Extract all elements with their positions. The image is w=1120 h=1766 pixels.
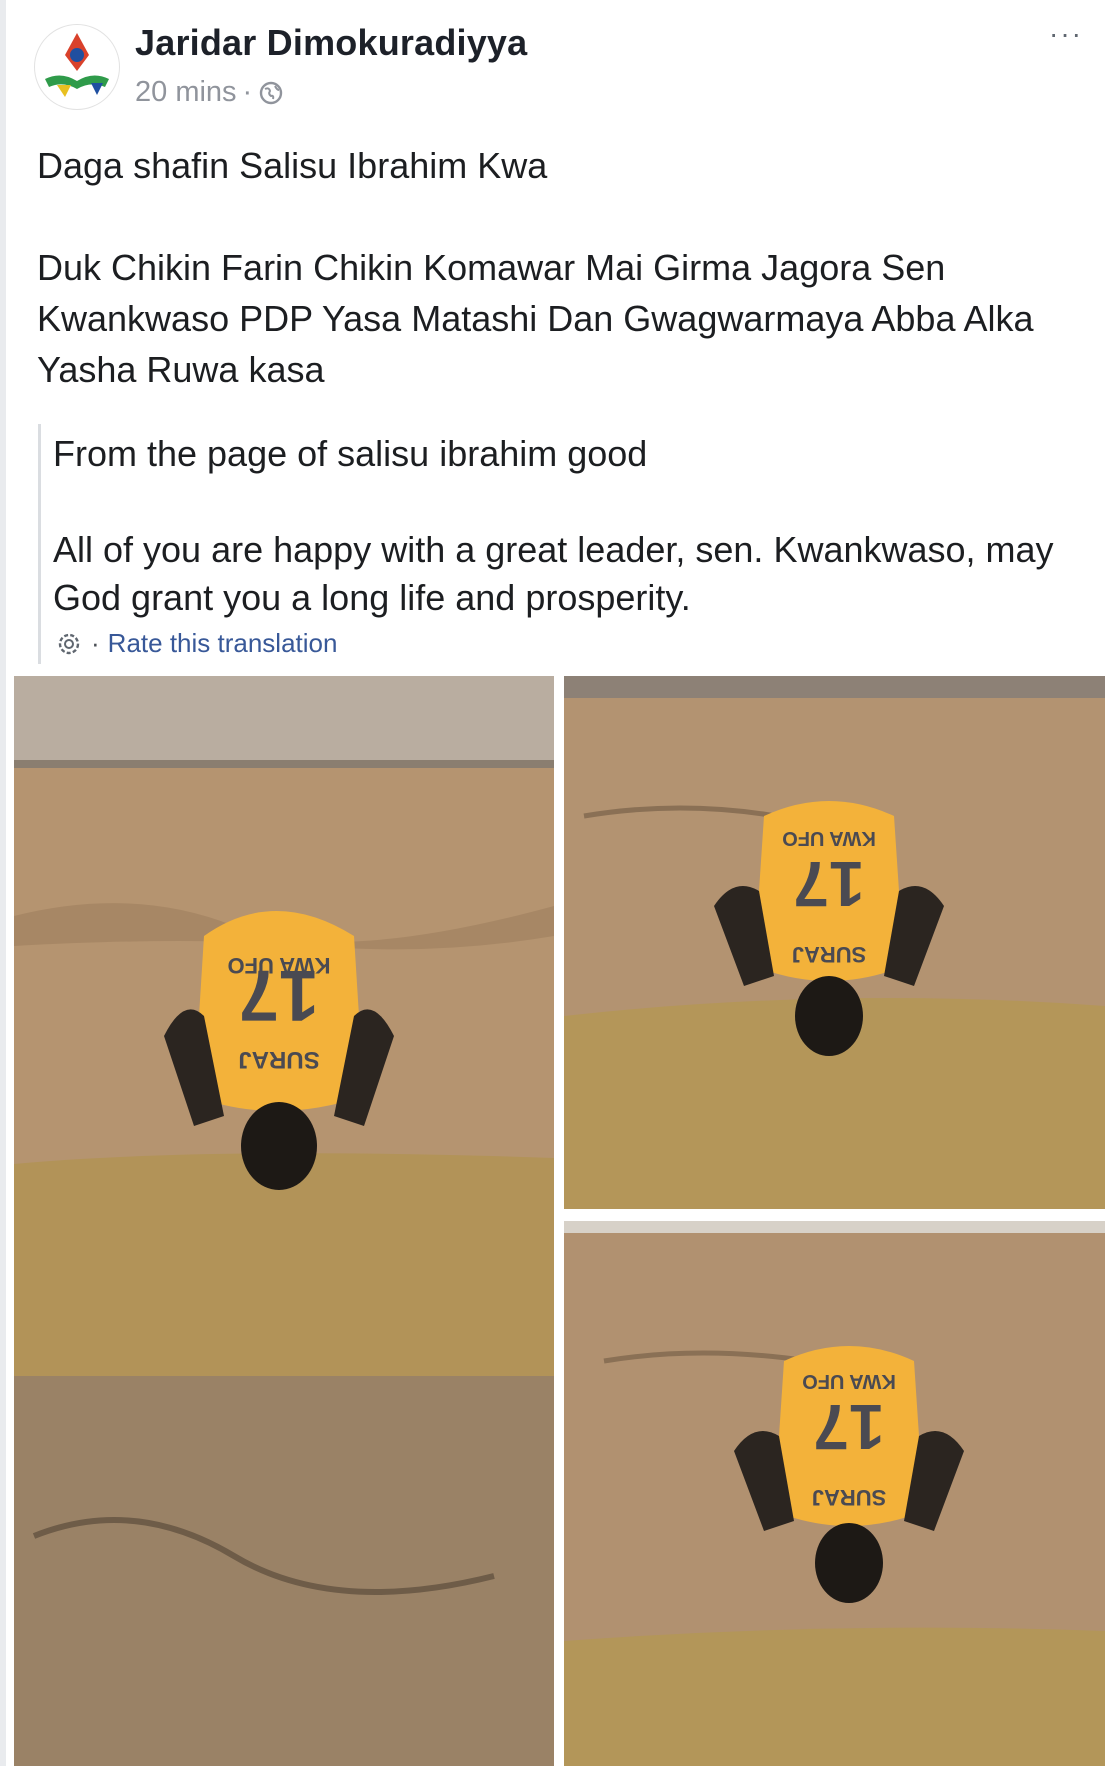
jersey-number-text: 17: [793, 848, 864, 920]
globe-icon[interactable]: [258, 80, 284, 106]
facebook-post: Jaridar Dimokuradiyya 20 mins · ··· Daga…: [0, 0, 1120, 1766]
page-avatar[interactable]: [34, 24, 120, 110]
jersey-number-text: 17: [813, 1391, 884, 1463]
left-divider: [0, 0, 6, 1766]
translation-block: From the page of salisu ibrahim good All…: [38, 424, 1101, 664]
jersey-top-text: KWA UFO: [802, 1370, 896, 1392]
rate-translation-link[interactable]: Rate this translation: [108, 628, 338, 659]
gear-icon[interactable]: [55, 630, 83, 658]
post-text-body: Duk Chikin Farin Chikin Komawar Mai Girm…: [37, 247, 1034, 390]
jersey-top-text: KWA UFO: [782, 827, 876, 849]
post-photo-2[interactable]: 17 KWA UFO SURAJ: [564, 676, 1105, 1209]
page-logo-icon: [36, 26, 118, 108]
post-text-line1: Daga shafin Salisu Ibrahim Kwa: [37, 145, 548, 186]
more-options-button[interactable]: ···: [1040, 18, 1092, 54]
page-name[interactable]: Jaridar Dimokuradiyya: [135, 22, 527, 64]
jersey-name-text: SURAJ: [812, 1485, 887, 1510]
jersey-name-text: SURAJ: [792, 942, 867, 967]
post-meta: 20 mins ·: [135, 76, 284, 109]
post-timestamp[interactable]: 20 mins: [135, 76, 237, 109]
translation-body: All of you are happy with a great leader…: [53, 529, 1054, 618]
meta-separator: ·: [242, 76, 253, 108]
rate-translation-row: · Rate this translation: [55, 628, 337, 659]
rate-separator: ·: [91, 628, 100, 658]
jersey-top-text: KWA UFO: [227, 953, 330, 978]
post-photo-3[interactable]: 17 KWA UFO SURAJ: [564, 1221, 1105, 1766]
post-photo-1[interactable]: 17 KWA UFO SURAJ: [14, 676, 554, 1766]
translation-line1: From the page of salisu ibrahim good: [53, 433, 648, 474]
jersey-name-text: SURAJ: [238, 1046, 319, 1073]
